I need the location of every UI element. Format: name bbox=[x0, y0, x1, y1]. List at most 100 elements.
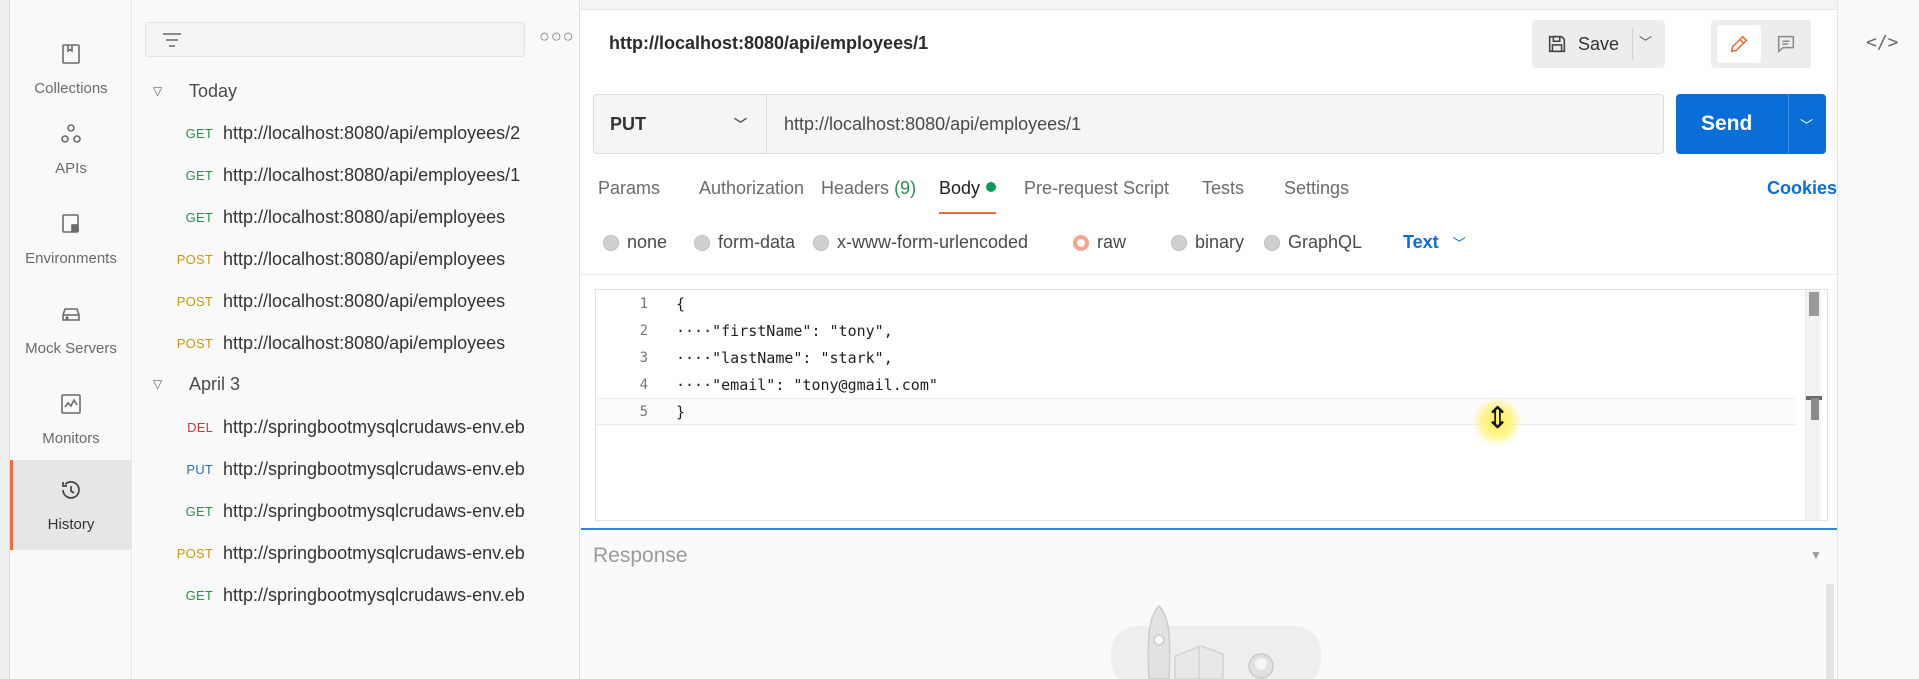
history-group-april-3[interactable]: ▽ April 3 bbox=[133, 367, 579, 401]
request-title[interactable]: http://localhost:8080/api/employees/1 bbox=[609, 33, 928, 54]
method-select[interactable]: PUT ﹀ bbox=[594, 95, 767, 153]
method-badge: PUT bbox=[186, 461, 213, 477]
rail-label-apis: APIs bbox=[55, 159, 87, 177]
code-snippet-icon[interactable]: </> bbox=[1866, 32, 1899, 53]
method-badge: GET bbox=[185, 209, 213, 225]
rail-item-history[interactable]: History bbox=[10, 460, 132, 550]
radio-icon bbox=[1264, 234, 1280, 251]
body-option-binary[interactable]: binary bbox=[1171, 232, 1244, 253]
tab-authorization[interactable]: Authorization bbox=[699, 178, 804, 214]
save-label: Save bbox=[1578, 33, 1620, 54]
right-context-bar: </> bbox=[1837, 0, 1919, 679]
method-value: PUT bbox=[610, 113, 646, 134]
view-mode-toggle bbox=[1711, 20, 1811, 68]
history-group-today[interactable]: ▽ Today bbox=[133, 74, 579, 108]
history-filter[interactable] bbox=[145, 22, 525, 57]
collections-icon bbox=[59, 42, 83, 70]
edit-mode-button[interactable] bbox=[1717, 25, 1761, 63]
tab-settings[interactable]: Settings bbox=[1284, 178, 1349, 214]
body-type-options: none form-data x-www-form-urlencoded raw… bbox=[603, 232, 1603, 262]
scrollbar-thumb[interactable] bbox=[1809, 292, 1819, 316]
save-button[interactable]: Save ﹀ bbox=[1532, 20, 1665, 68]
history-url: http://localhost:8080/api/employees/2 bbox=[223, 122, 521, 143]
tab-body[interactable]: Body bbox=[939, 178, 997, 214]
comments-button[interactable] bbox=[1767, 25, 1805, 63]
more-options-icon[interactable]: ○○○ bbox=[539, 26, 575, 47]
section-divider bbox=[581, 274, 1837, 275]
request-tabs: Params Authorization Headers (9) Body Pr… bbox=[598, 178, 1837, 216]
history-url: http://localhost:8080/api/employees/1 bbox=[223, 164, 521, 185]
history-item[interactable]: GET http://springbootmysqlcrudaws-env.eb bbox=[133, 490, 579, 532]
history-item[interactable]: PUT http://springbootmysqlcrudaws-env.eb bbox=[133, 448, 579, 490]
option-label: form-data bbox=[718, 232, 796, 252]
monitors-icon bbox=[59, 392, 83, 420]
radio-icon bbox=[813, 234, 829, 251]
rail-item-apis[interactable]: APIs bbox=[10, 104, 132, 194]
cookies-link[interactable]: Cookies bbox=[1767, 178, 1837, 199]
body-option-raw[interactable]: raw bbox=[1073, 232, 1126, 253]
line-code: ····"email": "tony@gmail.com" bbox=[676, 375, 938, 394]
chevron-down-icon[interactable]: ▼ bbox=[1810, 548, 1822, 562]
tab-tests[interactable]: Tests bbox=[1202, 178, 1244, 214]
method-badge: GET bbox=[185, 125, 213, 141]
history-item[interactable]: GET http://localhost:8080/api/employees/… bbox=[133, 154, 579, 196]
history-item[interactable]: POST http://springbootmysqlcrudaws-env.e… bbox=[133, 532, 579, 574]
response-scrollbar[interactable] bbox=[1826, 584, 1834, 679]
method-badge: POST bbox=[176, 545, 213, 561]
history-item[interactable]: GET http://localhost:8080/api/employees/… bbox=[133, 112, 579, 154]
history-item[interactable]: GET http://localhost:8080/api/employees bbox=[133, 196, 579, 238]
history-item[interactable]: POST http://localhost:8080/api/employees bbox=[133, 322, 579, 364]
method-badge: GET bbox=[185, 167, 213, 183]
body-option-graphql[interactable]: GraphQL bbox=[1264, 232, 1362, 253]
option-label: binary bbox=[1195, 232, 1245, 252]
mock-servers-icon bbox=[59, 302, 83, 330]
tab-params[interactable]: Params bbox=[598, 178, 660, 214]
history-sidebar: ○○○ ▽ Today GET http://localhost:8080/ap… bbox=[133, 0, 580, 679]
rail-item-environments[interactable]: Environments bbox=[10, 194, 132, 284]
send-button[interactable]: Send ﹀ bbox=[1676, 94, 1826, 154]
chevron-down-icon[interactable]: ﹀ bbox=[1639, 32, 1652, 51]
editor-scrollbar[interactable] bbox=[1805, 290, 1822, 520]
method-badge: POST bbox=[176, 251, 213, 267]
tab-prerequest-script[interactable]: Pre-request Script bbox=[1024, 178, 1169, 214]
send-label: Send bbox=[1701, 112, 1753, 135]
history-url: http://springbootmysqlcrudaws-env.eb bbox=[223, 542, 525, 563]
environments-icon bbox=[59, 212, 83, 240]
history-url: http://localhost:8080/api/employees bbox=[223, 248, 506, 269]
line-number: 1 bbox=[639, 295, 648, 312]
save-divider bbox=[1632, 28, 1633, 60]
body-format-select[interactable]: Text ﹀ bbox=[1403, 232, 1466, 253]
tab-headers[interactable]: Headers (9) bbox=[821, 178, 916, 214]
tab-body-label: Body bbox=[939, 178, 981, 198]
history-item[interactable]: DEL http://springbootmysqlcrudaws-env.eb bbox=[133, 406, 579, 448]
line-number: 3 bbox=[639, 349, 648, 366]
option-label: x-www-form-urlencoded bbox=[837, 232, 1029, 252]
response-header[interactable]: Response ▼ bbox=[581, 528, 1837, 580]
history-item[interactable]: POST http://localhost:8080/api/employees bbox=[133, 280, 579, 322]
format-label: Text bbox=[1403, 232, 1439, 252]
body-editor[interactable]: 1 { 2 ····"firstName": "tony", 3 ····"la… bbox=[595, 289, 1828, 521]
url-input[interactable] bbox=[768, 95, 1663, 153]
body-option-none[interactable]: none bbox=[603, 232, 667, 253]
rail-item-monitors[interactable]: Monitors bbox=[10, 374, 132, 464]
line-code: { bbox=[676, 294, 686, 313]
body-option-form-data[interactable]: form-data bbox=[694, 232, 795, 253]
history-icon bbox=[59, 478, 83, 506]
pencil-icon bbox=[1730, 35, 1748, 53]
tab-headers-label: Headers bbox=[821, 178, 890, 198]
rail-item-mock-servers[interactable]: Mock Servers bbox=[10, 284, 132, 374]
tab-strip bbox=[581, 0, 1919, 10]
body-option-urlencoded[interactable]: x-www-form-urlencoded bbox=[813, 232, 1028, 253]
chevron-down-icon[interactable]: ﹀ bbox=[1800, 115, 1813, 134]
rail-item-collections[interactable]: Collections bbox=[10, 24, 132, 114]
option-label: GraphQL bbox=[1288, 232, 1363, 252]
history-item[interactable]: GET http://springbootmysqlcrudaws-env.eb bbox=[133, 574, 579, 616]
scrollbar-marker bbox=[1811, 398, 1819, 420]
request-panel: http://localhost:8080/api/employees/1 Sa… bbox=[581, 0, 1919, 679]
rail-label-mock-servers: Mock Servers bbox=[25, 339, 117, 357]
radio-selected-icon bbox=[1073, 234, 1089, 251]
history-item[interactable]: POST http://localhost:8080/api/employees bbox=[133, 238, 579, 280]
line-number: 2 bbox=[639, 322, 648, 339]
method-badge: GET bbox=[185, 503, 213, 519]
chevron-down-icon: ▽ bbox=[153, 84, 163, 98]
